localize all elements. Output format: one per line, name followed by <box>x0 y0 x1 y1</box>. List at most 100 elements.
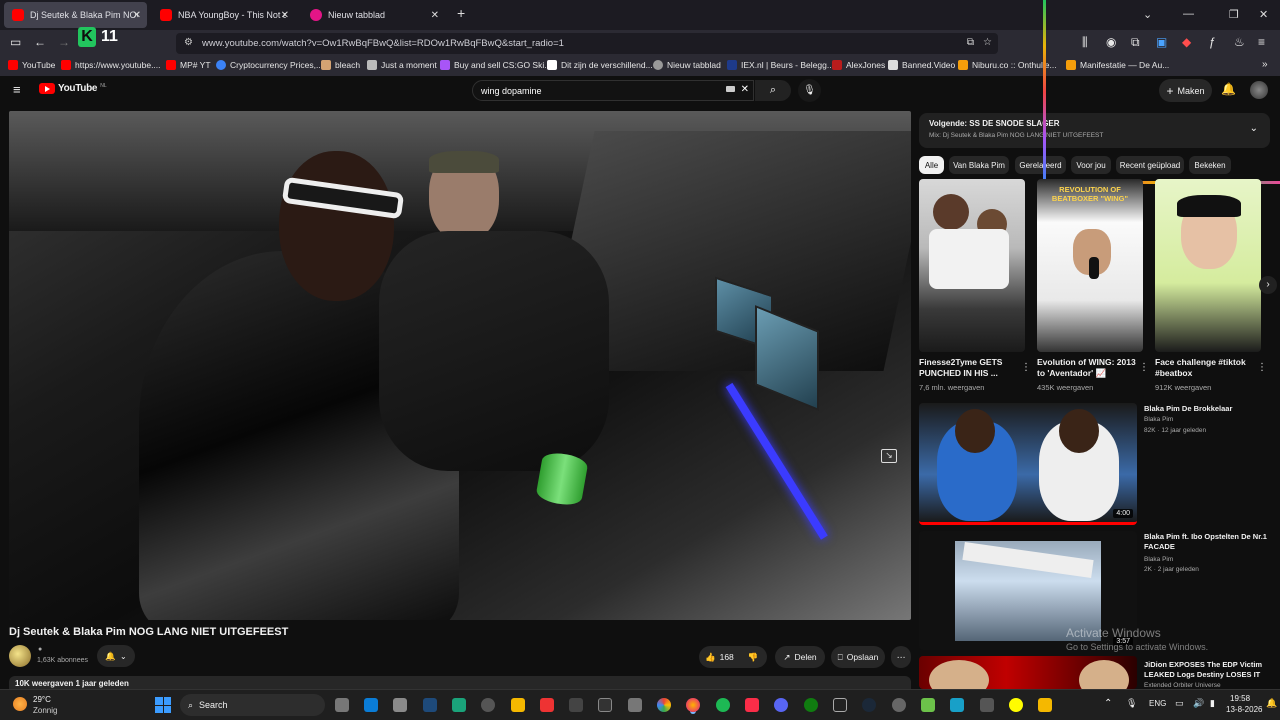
more-icon[interactable]: ⋮ <box>1257 362 1267 373</box>
video-player[interactable]: ↘ <box>9 111 911 620</box>
voice-search-button[interactable]: 🎙 <box>798 79 821 102</box>
app-icon[interactable] <box>892 698 906 712</box>
xbox-icon[interactable] <box>804 698 818 712</box>
short-title[interactable]: Evolution of WING: 2013 to 'Aventador' 📈 <box>1037 357 1137 379</box>
save-button[interactable]: ⎕ Opslaan <box>831 646 885 668</box>
app-icon[interactable] <box>540 698 554 712</box>
firefox-icon[interactable] <box>686 698 700 712</box>
more-actions-button[interactable]: ⋯ <box>891 646 911 668</box>
description-box[interactable]: 10K weergaven 1 jaar geleden <box>9 676 911 690</box>
related-title[interactable]: Blaka Pim ft. Ibo Opstelten De Nr.1 FACA… <box>1144 532 1274 552</box>
related-channel[interactable]: Blaka Pim <box>1144 556 1173 563</box>
chip-watched[interactable]: Bekeken <box>1189 156 1231 174</box>
app-icon[interactable] <box>569 698 583 712</box>
subscribe-bell-button[interactable]: 🔔 ⌄ <box>97 645 135 667</box>
create-button[interactable]: + Maken <box>1159 79 1212 102</box>
related-thumbnail[interactable] <box>919 656 1137 689</box>
script-icon[interactable]: ƒ <box>1209 35 1216 49</box>
menu-icon[interactable]: ≡ <box>1258 35 1265 49</box>
keyboard-icon[interactable] <box>726 86 735 92</box>
app-icon[interactable] <box>423 698 437 712</box>
youtube-logo[interactable]: YouTube NL <box>39 83 107 94</box>
spotify-icon[interactable] <box>716 698 730 712</box>
ublock-icon[interactable]: ◆ <box>1182 35 1191 49</box>
maximize-button[interactable]: ❐ <box>1229 8 1239 21</box>
chip-from-channel[interactable]: Van Blaka Pim <box>949 156 1009 174</box>
fire-icon[interactable]: ♨ <box>1234 35 1245 49</box>
bookmark-item[interactable]: MP# YT <box>166 60 211 70</box>
clock-time[interactable]: 19:58 <box>1230 694 1250 703</box>
short-thumbnail[interactable] <box>1155 179 1261 352</box>
short-title[interactable]: Finesse2Tyme GETS PUNCHED IN HIS ... <box>919 357 1019 379</box>
app-icon[interactable] <box>950 698 964 712</box>
like-count[interactable]: 168 <box>720 652 734 662</box>
microphone-icon[interactable]: 🎙 <box>1126 698 1137 709</box>
share-button[interactable]: ↗ Delen <box>775 646 825 668</box>
app-icon[interactable] <box>1038 698 1052 712</box>
battery-icon[interactable]: ▮ <box>1210 698 1215 709</box>
chrome-icon[interactable] <box>657 698 671 712</box>
taskbar-search[interactable]: ⌕ Search <box>180 694 325 716</box>
bookmark-item[interactable]: https://www.youtube.... <box>61 60 161 70</box>
short-thumbnail[interactable] <box>919 179 1025 352</box>
extension-badge-icon[interactable]: ▣ <box>1156 35 1167 49</box>
epic-games-icon[interactable] <box>833 698 847 712</box>
related-thumbnail[interactable]: 4:00 <box>919 403 1137 525</box>
steam-icon[interactable] <box>862 698 876 712</box>
notifications-bell-icon[interactable]: 🔔 <box>1221 82 1236 96</box>
language-indicator[interactable]: ENG <box>1149 699 1166 708</box>
weather-sun-icon[interactable] <box>13 697 27 711</box>
expand-chevron-icon[interactable]: ⌄ <box>1250 123 1258 134</box>
short-thumbnail[interactable]: REVOLUTION OF BEATBOXER "WING" <box>1037 179 1143 352</box>
task-view-icon[interactable] <box>335 698 349 712</box>
bookmark-item[interactable]: Cryptocurrency Prices,... <box>216 60 323 70</box>
notification-icon[interactable]: 🔔 <box>1266 698 1277 709</box>
discord-icon[interactable] <box>774 698 788 712</box>
next-arrow-icon[interactable]: › <box>1259 276 1277 294</box>
bookmark-item[interactable]: Just a moment <box>367 60 437 70</box>
tab-nba[interactable]: NBA YoungBoy - This Not a So ✕ <box>152 2 295 28</box>
bookmark-item[interactable]: bleach <box>321 60 360 70</box>
sidebar-toggle-icon[interactable]: ▭ <box>10 35 21 49</box>
clock-date[interactable]: 13-8-2026 <box>1226 705 1262 714</box>
close-window-button[interactable]: ✕ <box>1259 8 1268 21</box>
dislike-icon[interactable]: 👎 <box>748 652 759 663</box>
bookmark-item[interactable]: YouTube <box>8 60 55 70</box>
clear-search-icon[interactable]: ✕ <box>741 84 749 95</box>
tab-new[interactable]: Nieuw tabblad ✕ <box>302 2 445 28</box>
pip-icon[interactable]: ⧉ <box>967 37 974 48</box>
network-icon[interactable]: ▭ <box>1175 698 1184 709</box>
chip-for-you[interactable]: Voor jou <box>1071 156 1111 174</box>
back-button[interactable]: ← <box>34 35 46 49</box>
terminal-icon[interactable] <box>598 698 612 712</box>
chip-related[interactable]: Gerelateerd <box>1015 156 1066 174</box>
bookmark-item[interactable]: Manifestatie — De Au... <box>1066 60 1169 70</box>
chip-recent[interactable]: Recent geüpload <box>1116 156 1184 174</box>
calculator-icon[interactable] <box>393 698 407 712</box>
outlook-icon[interactable] <box>364 698 378 712</box>
music-icon[interactable] <box>745 698 759 712</box>
more-icon[interactable]: ⋮ <box>1021 362 1031 373</box>
tray-chevron-icon[interactable]: ⌃ <box>1104 698 1112 709</box>
address-bar[interactable]: ⚙ www.youtube.com/watch?v=Ow1RwBqFBwQ&li… <box>176 33 998 54</box>
snapchat-icon[interactable] <box>1009 698 1023 712</box>
tab-list-chevron-icon[interactable]: ⌄ <box>1143 8 1152 21</box>
close-icon[interactable]: ✕ <box>133 10 141 21</box>
app-icon[interactable] <box>921 698 935 712</box>
bookmark-item[interactable]: Dit zijn de verschillend... <box>547 60 653 70</box>
file-explorer-icon[interactable] <box>511 698 525 712</box>
hamburger-menu-icon[interactable]: ≡ <box>13 82 21 97</box>
bookmarks-overflow-icon[interactable]: » <box>1262 59 1268 70</box>
bookmark-item[interactable]: AlexJones <box>832 60 885 70</box>
weather-temp[interactable]: 29°C <box>33 695 51 704</box>
star-icon[interactable]: ☆ <box>983 37 992 48</box>
bookmark-item[interactable]: IEX.nl | Beurs - Belegg... <box>727 60 834 70</box>
channel-avatar[interactable] <box>9 645 31 667</box>
volume-icon[interactable]: 🔊 <box>1193 698 1204 709</box>
extensions-icon[interactable]: ⧉ <box>1131 35 1140 50</box>
minimize-button[interactable]: — <box>1183 8 1194 20</box>
bookmark-item[interactable]: Nieuw tabblad <box>653 60 721 70</box>
app-icon[interactable] <box>452 698 466 712</box>
more-icon[interactable]: ⋮ <box>1139 362 1149 373</box>
related-channel[interactable]: Blaka Pim <box>1144 416 1173 423</box>
